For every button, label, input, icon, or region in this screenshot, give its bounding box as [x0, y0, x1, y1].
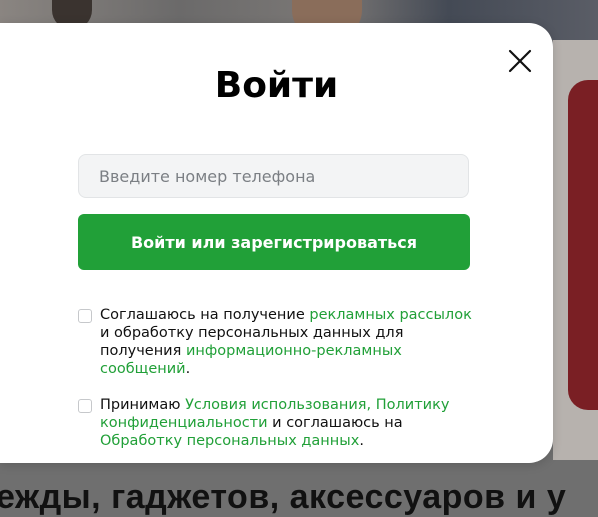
login-modal: Войти Войти или зарегистрироваться Согла… — [0, 23, 553, 463]
consent-text-part: . — [359, 433, 364, 449]
login-register-button[interactable]: Войти или зарегистрироваться — [78, 214, 470, 270]
phone-input[interactable] — [78, 154, 469, 198]
marketing-mailings-link[interactable]: рекламных рассылок — [309, 307, 471, 323]
consent-text-part: Принимаю — [100, 397, 186, 413]
consent-terms-text: Принимаю Условия использования, Политику… — [100, 396, 478, 450]
close-button[interactable] — [505, 46, 535, 76]
consent-text-part: . — [185, 361, 191, 377]
modal-title: Войти — [214, 65, 339, 106]
consent-text-part: и соглашаюсь на — [267, 415, 403, 431]
background-model-image — [568, 80, 598, 410]
consent-marketing-checkbox[interactable] — [78, 309, 92, 323]
personal-data-processing-link[interactable]: Обработку персональных данных — [100, 433, 359, 449]
consent-marketing-text: Соглашаюсь на получение рекламных рассыл… — [100, 306, 478, 378]
consent-terms: Принимаю Условия использования, Политику… — [78, 396, 478, 450]
consent-text-part: Соглашаюсь на получение — [100, 307, 310, 323]
background-headline: ежды, гаджетов, аксессуаров и у — [0, 478, 567, 516]
consent-marketing: Соглашаюсь на получение рекламных рассыл… — [78, 306, 478, 378]
close-icon — [508, 49, 532, 73]
consent-terms-checkbox[interactable] — [78, 399, 92, 413]
